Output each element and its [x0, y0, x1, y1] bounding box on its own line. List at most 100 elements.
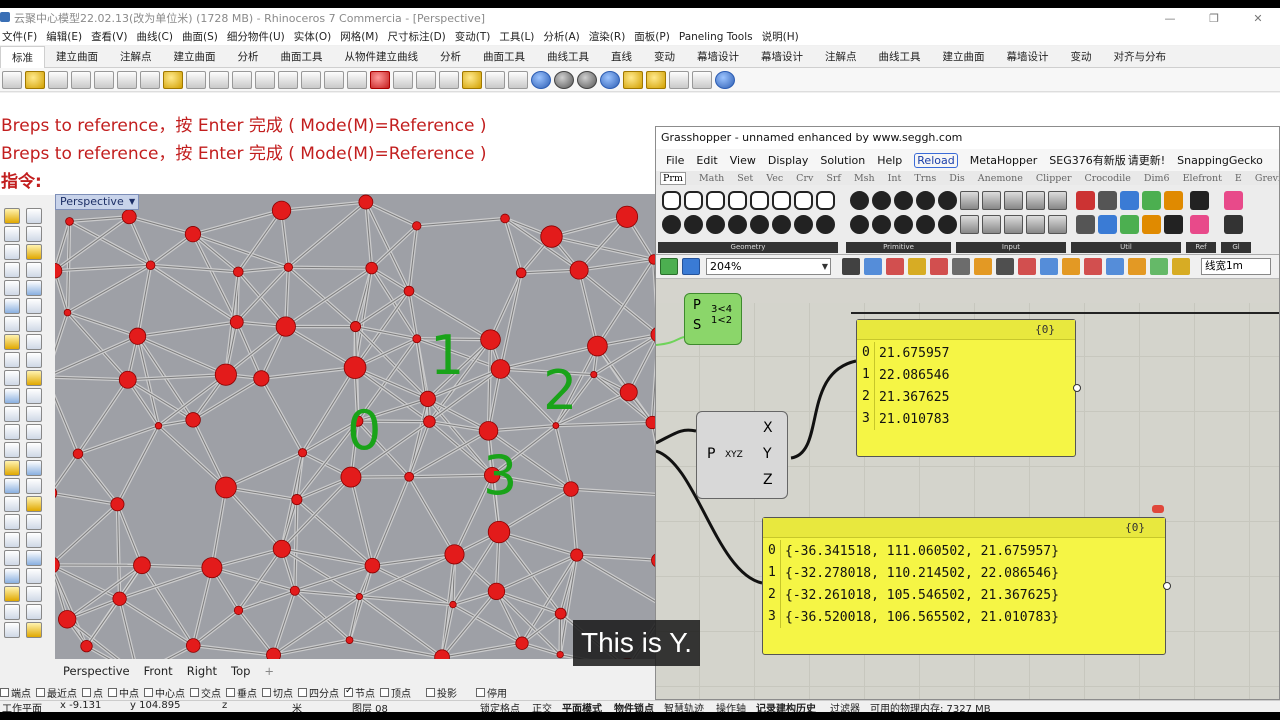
modeling-tool-icon[interactable] — [26, 622, 42, 638]
gh-component-icon[interactable] — [1142, 191, 1161, 210]
gh-component-icon[interactable] — [872, 215, 891, 234]
lattice-node[interactable] — [253, 370, 270, 387]
osnap-option[interactable]: 投影 — [426, 685, 457, 700]
toolbar-tab[interactable]: 曲线工具 — [536, 46, 600, 68]
gh-toolbar-icon[interactable] — [864, 258, 882, 275]
gh-category-tab[interactable]: Trns — [914, 173, 936, 184]
gh-component-icon[interactable] — [938, 191, 957, 210]
render-sphere-icon[interactable] — [600, 70, 620, 89]
lattice-node[interactable] — [515, 267, 527, 279]
osnap-option[interactable]: 端点 — [0, 685, 31, 700]
perspective-viewport[interactable]: 01 23 Perspective ▼ — [55, 194, 655, 659]
gh-category-tab[interactable]: Int — [888, 173, 902, 184]
menu-solid[interactable]: 实体(O) — [294, 29, 331, 44]
osnap-option[interactable]: 垂点 — [226, 685, 257, 700]
modeling-tool-icon[interactable] — [26, 532, 42, 548]
gh-component-icon[interactable] — [728, 215, 747, 234]
gh-component-icon[interactable] — [816, 191, 835, 210]
osnap-option[interactable]: 交点 — [190, 685, 221, 700]
options-icon[interactable] — [623, 70, 643, 89]
plugin-icon[interactable] — [692, 70, 712, 89]
lattice-node[interactable] — [233, 605, 244, 615]
lattice-node[interactable] — [110, 497, 125, 512]
modeling-tool-icon[interactable] — [4, 586, 20, 602]
lattice-node[interactable] — [129, 327, 147, 345]
toolbar-tab[interactable]: 变动 — [1060, 46, 1103, 68]
lattice-node[interactable] — [490, 359, 511, 379]
menu-curve[interactable]: 曲线(C) — [136, 29, 173, 44]
checkbox[interactable] — [0, 687, 9, 697]
modeling-tool-icon[interactable] — [4, 568, 20, 584]
modeling-tool-icon[interactable] — [26, 568, 42, 584]
status-planar[interactable]: 平面模式 — [562, 700, 602, 712]
gh-menu-file[interactable]: File — [666, 154, 684, 167]
gh-category-tab[interactable]: Crv — [796, 173, 813, 184]
viewport-tab-front[interactable]: Front — [144, 664, 173, 678]
modeling-tool-icon[interactable] — [4, 604, 20, 620]
lattice-node[interactable] — [419, 390, 436, 407]
checkbox[interactable] — [298, 687, 307, 697]
gh-component-icon[interactable] — [916, 191, 935, 210]
lattice-node[interactable] — [133, 556, 151, 575]
modeling-tool-icon[interactable] — [26, 298, 42, 314]
lattice-node[interactable] — [563, 481, 579, 497]
lightbulb-icon[interactable] — [462, 70, 482, 89]
gh-toolbar-icon[interactable] — [952, 258, 970, 275]
gh-component-icon[interactable] — [684, 191, 703, 210]
gh-open-icon[interactable] — [660, 258, 678, 275]
toolbar-tab[interactable]: 曲面工具 — [472, 46, 536, 68]
gh-category-tab[interactable]: Clipper — [1036, 173, 1072, 184]
lattice-node[interactable] — [201, 557, 223, 579]
gh-category-tab[interactable]: Math — [699, 173, 724, 184]
lattice-node[interactable] — [552, 422, 560, 429]
status-grid-snap[interactable]: 锁定格点 — [480, 700, 520, 712]
gh-component-icon[interactable] — [916, 215, 935, 234]
modeling-tool-icon[interactable] — [26, 586, 42, 602]
modeling-tool-icon[interactable] — [26, 316, 42, 332]
gh-toolbar-icon[interactable] — [1150, 258, 1168, 275]
toolbar-tab[interactable]: 注解点 — [814, 46, 868, 68]
modeling-tool-icon[interactable] — [26, 226, 42, 242]
lattice-node[interactable] — [645, 415, 655, 430]
gh-component-icon[interactable] — [1076, 215, 1095, 234]
gh-menu-view[interactable]: View — [730, 154, 756, 167]
modeling-tool-icon[interactable] — [4, 226, 20, 242]
gh-toolbar-icon[interactable] — [1128, 258, 1146, 275]
lattice-node[interactable] — [185, 412, 201, 428]
modeling-tool-icon[interactable] — [26, 352, 42, 368]
lattice-node[interactable] — [487, 520, 511, 544]
gh-canvas[interactable]: P S 3<4 1<2 P XYZ X Y Z {0} 0 21.675957 1 2… — [656, 293, 1279, 699]
restore-button[interactable]: ❐ — [1192, 8, 1236, 28]
save-icon[interactable] — [48, 70, 68, 89]
lattice-node[interactable] — [412, 334, 422, 344]
viewport-tab-right[interactable]: Right — [187, 664, 217, 678]
gh-component-icon[interactable] — [1164, 215, 1183, 234]
gh-panel-points[interactable]: {0} 0 {-36.341518, 111.060502, 21.675957}… — [762, 517, 1166, 655]
gh-component-icon[interactable] — [706, 215, 725, 234]
modeling-tool-icon[interactable] — [26, 262, 42, 278]
gh-sort-component[interactable]: P S 3<4 1<2 — [684, 293, 742, 345]
gh-category-tab[interactable]: Dis — [949, 173, 965, 184]
status-osnap[interactable]: 物件锁点 — [614, 700, 654, 712]
gh-menu-metahopper[interactable]: MetaHopper — [970, 154, 1038, 167]
lattice-node[interactable] — [65, 217, 74, 226]
lattice-node[interactable] — [358, 194, 374, 210]
color-wheel-icon[interactable] — [531, 70, 551, 89]
modeling-tool-icon[interactable] — [4, 496, 20, 512]
gh-category-tab[interactable]: Grevit — [1255, 173, 1279, 184]
lattice-node[interactable] — [291, 494, 303, 506]
osnap-option[interactable]: 顶点 — [380, 685, 411, 700]
modeling-tool-icon[interactable] — [4, 442, 20, 458]
modeling-tool-icon[interactable] — [4, 244, 20, 260]
modeling-tool-icon[interactable] — [26, 550, 42, 566]
properties-icon[interactable] — [485, 70, 505, 89]
viewport-label[interactable]: Perspective — [55, 194, 139, 210]
rendered-sphere-icon[interactable] — [577, 70, 597, 89]
lattice-node[interactable] — [554, 607, 567, 620]
osnap-option[interactable]: 中心点 — [144, 685, 185, 700]
gh-toolbar-icon[interactable] — [1062, 258, 1080, 275]
page-icon[interactable] — [94, 70, 114, 89]
gh-toolbar-icon[interactable] — [996, 258, 1014, 275]
menu-panels[interactable]: 面板(P) — [634, 29, 670, 44]
toolbar-tab[interactable]: 幕墙设计 — [750, 46, 814, 68]
